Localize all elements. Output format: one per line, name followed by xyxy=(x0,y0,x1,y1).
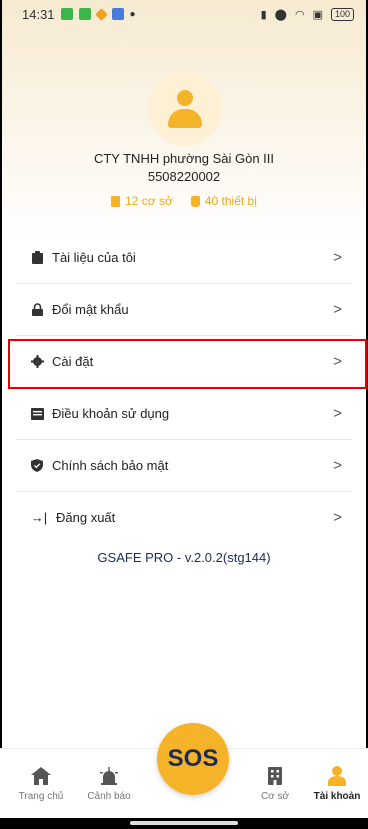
nav-facilities-label: Cơ sở xyxy=(260,791,290,802)
location-icon: ⬤ xyxy=(274,8,287,21)
device-count: 40 thiết bị xyxy=(190,194,257,208)
menu-label: Đổi mật khẩu xyxy=(52,302,129,317)
company-id: 5508220002 xyxy=(147,169,221,184)
logout-icon: →| xyxy=(30,510,48,525)
status-bar: 14:31 ● ▮ ⬤ ◠ ▣ 100 xyxy=(0,0,368,28)
nav-home-label: Trang chủ xyxy=(18,791,64,802)
company-info: CTY TNHH phường Sài Gòn III 5508220002 xyxy=(0,150,368,186)
menu-item-documents[interactable]: Tài liệu của tôi > xyxy=(16,232,352,284)
menu-label: Chính sách bảo mật xyxy=(52,458,169,473)
menu-item-privacy[interactable]: Chính sách bảo mật > xyxy=(16,440,352,492)
app-screen: 14:31 ● ▮ ⬤ ◠ ▣ 100 CTY TNHH phường Sài … xyxy=(0,0,368,829)
menu-label: Tài liệu của tôi xyxy=(52,250,136,265)
app-version: GSAFE PRO - v.2.0.2(stg144) xyxy=(97,550,271,565)
chevron-right-icon: > xyxy=(333,457,342,474)
book-icon xyxy=(30,407,44,421)
wifi-icon: ◠ xyxy=(294,8,305,21)
clipboard-icon xyxy=(30,251,44,265)
nav-alerts-label: Cảnh báo xyxy=(87,791,131,802)
chevron-right-icon: > xyxy=(333,301,342,318)
facility-count: 12 cơ sở xyxy=(111,194,173,208)
menu-label: Đăng xuất xyxy=(56,510,116,525)
battery-icon: 100 xyxy=(330,7,354,21)
notification-icon xyxy=(78,8,91,20)
status-time: 14:31 xyxy=(22,6,55,22)
sos-button[interactable]: SOS xyxy=(157,723,229,795)
notification-icon xyxy=(60,8,73,20)
stats-row: 12 cơ sở 40 thiết bị xyxy=(0,194,368,208)
avatar[interactable] xyxy=(148,72,222,146)
nav-home[interactable]: Trang chủ xyxy=(6,765,76,802)
nav-alerts[interactable]: Cảnh báo xyxy=(74,765,144,802)
menu-item-change-password[interactable]: Đổi mật khẩu > xyxy=(16,284,352,336)
building-icon xyxy=(264,765,286,787)
facility-count-label: 12 cơ sở xyxy=(125,194,173,208)
chevron-right-icon: > xyxy=(333,249,342,266)
user-icon xyxy=(326,765,348,787)
vibrate-icon: ▮ xyxy=(260,8,267,21)
nav-account[interactable]: Tài khoản xyxy=(302,765,368,802)
siren-icon xyxy=(98,765,120,787)
shield-icon xyxy=(30,459,44,473)
lock-icon xyxy=(30,303,44,317)
menu-item-logout[interactable]: →| Đăng xuất > xyxy=(16,492,352,543)
home-icon xyxy=(30,765,52,787)
chevron-right-icon: > xyxy=(333,509,342,526)
building-icon xyxy=(111,195,121,207)
more-dot-icon: ● xyxy=(129,8,136,20)
user-icon xyxy=(168,90,202,128)
notification-icon xyxy=(94,7,108,21)
nfc-icon: ▣ xyxy=(312,8,323,21)
highlight-box xyxy=(8,339,367,389)
chevron-right-icon: > xyxy=(333,405,342,422)
nav-facilities[interactable]: Cơ sở xyxy=(240,765,310,802)
menu-item-terms[interactable]: Điều khoản sử dụng > xyxy=(16,388,352,440)
notification-icon xyxy=(111,8,124,20)
device-icon xyxy=(190,195,200,207)
company-name: CTY TNHH phường Sài Gòn III xyxy=(93,151,275,166)
menu-label: Điều khoản sử dụng xyxy=(52,406,170,421)
device-count-label: 40 thiết bị xyxy=(204,194,257,208)
gesture-handle[interactable] xyxy=(130,821,238,825)
nav-account-label: Tài khoản xyxy=(313,791,361,802)
gesture-area xyxy=(0,818,368,829)
